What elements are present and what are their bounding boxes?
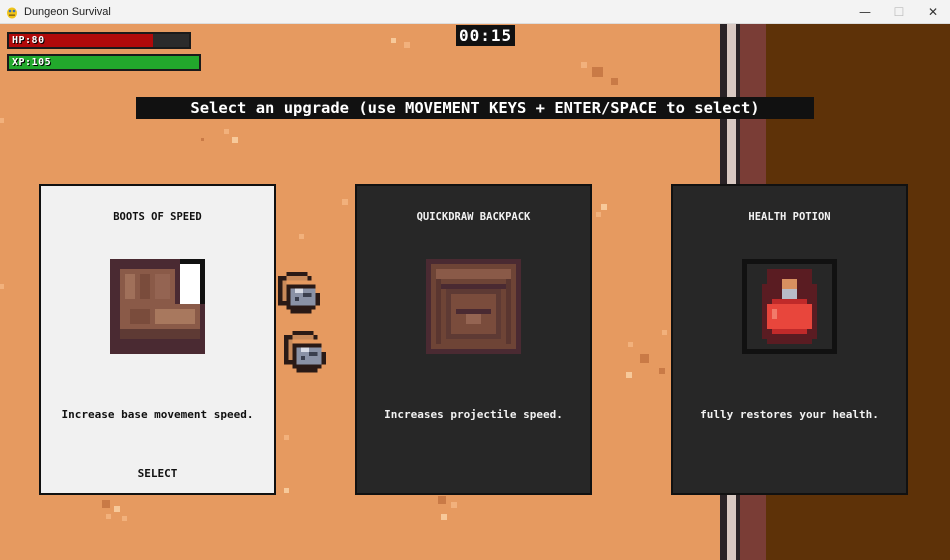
ground-speck xyxy=(201,138,204,141)
hp-label: HP:80 xyxy=(12,35,45,46)
ground-speck xyxy=(404,42,410,48)
ground-speck xyxy=(596,212,601,217)
upgrade-instruction: Select an upgrade (use MOVEMENT KEYS + E… xyxy=(136,97,814,119)
ground-speck xyxy=(0,284,4,289)
ground-speck xyxy=(224,129,229,134)
xp-bar: XP:105 xyxy=(7,54,201,71)
upgrade-card-backpack[interactable]: QUICKDRAW BACKPACK Increases projectile … xyxy=(355,184,592,495)
ground-speck xyxy=(581,62,587,68)
ground-speck xyxy=(451,502,457,508)
ground-speck xyxy=(438,496,446,504)
close-button[interactable]: ✕ xyxy=(916,0,950,24)
maximize-button[interactable]: ☐ xyxy=(882,0,916,24)
enemy-sprite xyxy=(278,272,320,314)
card-description: fully restores your health. xyxy=(700,408,879,421)
ground-speck xyxy=(659,368,665,374)
hp-bar: HP:80 xyxy=(7,32,191,49)
select-label[interactable]: SELECT xyxy=(41,467,274,480)
card-description: Increases projectile speed. xyxy=(384,408,563,421)
ground-speck xyxy=(601,204,607,210)
window-title: Dungeon Survival xyxy=(24,5,111,18)
ground-speck xyxy=(114,506,120,512)
ground-speck xyxy=(299,234,304,239)
ground-speck xyxy=(628,342,633,347)
xp-label: XP:105 xyxy=(12,57,52,68)
ground-speck xyxy=(611,78,618,85)
survival-timer: 00:15 xyxy=(456,25,516,46)
card-title: HEALTH POTION xyxy=(748,211,831,223)
ground-speck xyxy=(102,500,110,508)
upgrade-card-potion[interactable]: HEALTH POTION fully restores your health… xyxy=(671,184,908,495)
ground-speck xyxy=(0,118,4,123)
ground-speck xyxy=(284,435,289,440)
app-icon xyxy=(7,7,17,18)
ground-speck xyxy=(391,38,396,43)
game-canvas[interactable]: HP:80 XP:105 00:15 Select an upgrade (us… xyxy=(0,24,950,560)
window-titlebar: Dungeon Survival — ☐ ✕ xyxy=(0,0,950,24)
boot-icon xyxy=(110,259,205,354)
ground-speck xyxy=(342,199,348,205)
backpack-icon xyxy=(426,259,521,354)
ground-speck xyxy=(106,514,111,519)
minimize-button[interactable]: — xyxy=(848,0,882,24)
ground-speck xyxy=(441,514,447,520)
ground-speck xyxy=(284,488,289,493)
ground-speck xyxy=(640,354,649,363)
ground-speck xyxy=(232,137,238,143)
ground-speck xyxy=(122,516,127,521)
card-description: Increase base movement speed. xyxy=(61,408,254,421)
ground-speck xyxy=(662,330,667,335)
card-title: BOOTS OF SPEED xyxy=(113,211,202,223)
ground-speck xyxy=(626,372,632,378)
card-title: QUICKDRAW BACKPACK xyxy=(416,211,531,223)
upgrade-card-boots[interactable]: BOOTS OF SPEED Increase base movement sp… xyxy=(39,184,276,495)
enemy-sprite xyxy=(284,331,326,373)
potion-icon xyxy=(742,259,837,354)
ground-speck xyxy=(592,67,603,77)
